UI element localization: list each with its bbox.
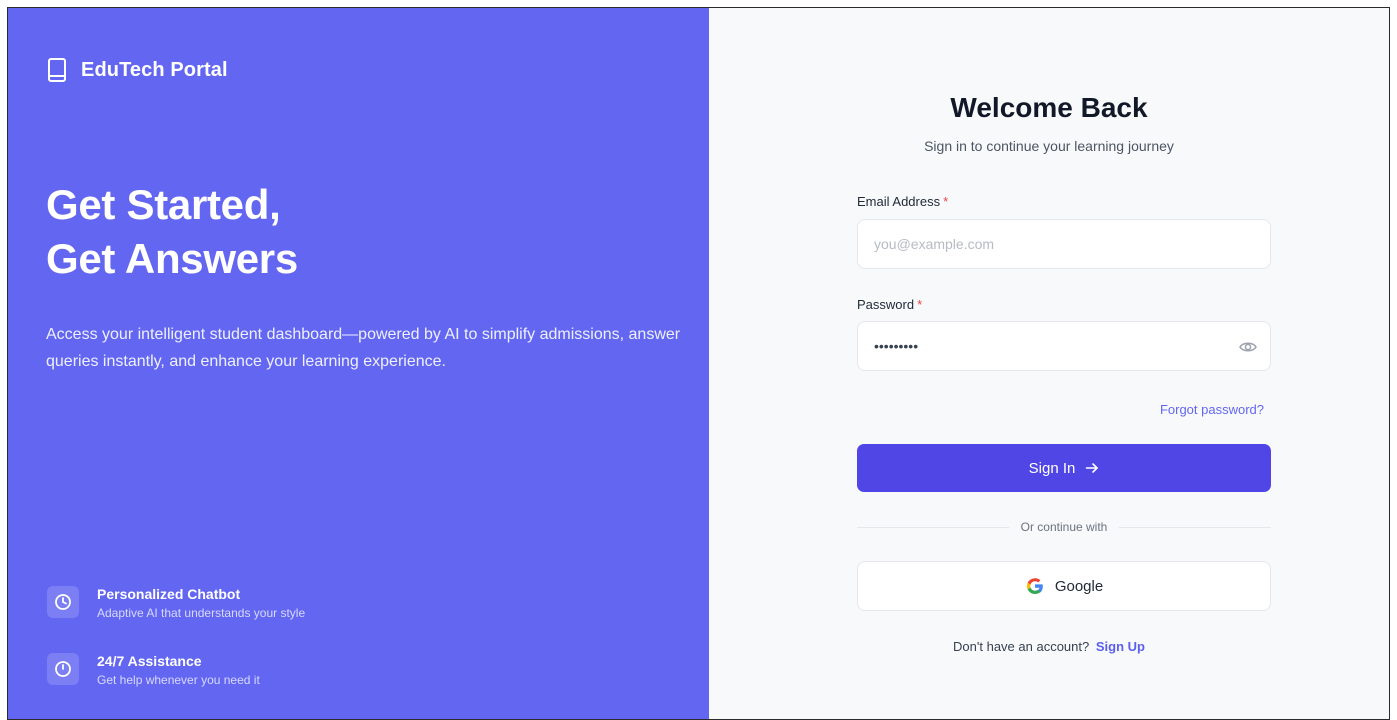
hero-description: Access your intelligent student dashboar… (46, 326, 681, 370)
forgot-password-link[interactable]: Forgot password? (1160, 402, 1264, 417)
form-subtitle: Sign in to continue your learning journe… (924, 138, 1174, 154)
signup-prompt: Don't have an account? (953, 639, 1090, 654)
sign-up-link[interactable]: Sign Up (1096, 639, 1145, 654)
email-field[interactable] (874, 236, 1254, 252)
feature-24-7-assistance: 24/7 Assistance Get help whenever you ne… (47, 651, 260, 689)
feature-subtitle: Get help whenever you need it (97, 673, 260, 687)
brand-name: EduTech Portal (81, 58, 228, 81)
arrow-right-icon (1086, 463, 1099, 473)
login-form-panel: Welcome Back Sign in to continue your le… (709, 8, 1389, 719)
feature-icon-badge (47, 653, 79, 685)
email-label-text: Email Address (857, 194, 941, 209)
password-label: Password * (857, 297, 922, 312)
divider-line (1119, 526, 1271, 528)
email-field-wrapper (857, 219, 1271, 269)
feature-text: 24/7 Assistance Get help whenever you ne… (97, 651, 260, 689)
email-label: Email Address * (857, 194, 948, 209)
feature-title: 24/7 Assistance (97, 653, 202, 669)
divider-text: Or continue with (1020, 520, 1108, 534)
clock-icon (55, 594, 71, 610)
form-title: Welcome Back (950, 92, 1148, 123)
feature-icon-badge (47, 586, 79, 618)
password-label-text: Password (857, 297, 915, 312)
password-field-wrapper (857, 321, 1271, 371)
brand-panel: EduTech Portal Get Started, Get Answers … (8, 8, 709, 719)
book-icon (48, 58, 66, 82)
hero-line-1: Get Started, (46, 181, 281, 228)
power-icon (55, 661, 71, 677)
hero-line-2: Get Answers (46, 235, 298, 282)
divider: Or continue with (857, 520, 1271, 534)
required-mark: * (943, 194, 949, 209)
sign-in-label: Sign In (1028, 459, 1076, 477)
google-signin-button[interactable]: Google (857, 561, 1271, 611)
brand: EduTech Portal (47, 57, 228, 83)
feature-title: Personalized Chatbot (97, 586, 241, 602)
signup-prompt-row: Don't have an account? Sign Up (709, 639, 1389, 654)
sign-in-button[interactable]: Sign In (857, 444, 1271, 492)
google-icon (1026, 578, 1043, 594)
login-page: EduTech Portal Get Started, Get Answers … (7, 7, 1390, 720)
required-mark: * (917, 297, 923, 312)
feature-text: Personalized Chatbot Adaptive AI that un… (97, 584, 305, 622)
feature-subtitle: Adaptive AI that understands your style (97, 606, 306, 620)
eye-icon[interactable] (1238, 337, 1258, 357)
password-field[interactable] (874, 338, 1254, 354)
feature-personalized-chatbot: Personalized Chatbot Adaptive AI that un… (47, 584, 305, 622)
hero-heading: Get Started, Get Answers (46, 178, 298, 286)
divider-line (857, 526, 1009, 528)
google-label: Google (1054, 577, 1104, 595)
